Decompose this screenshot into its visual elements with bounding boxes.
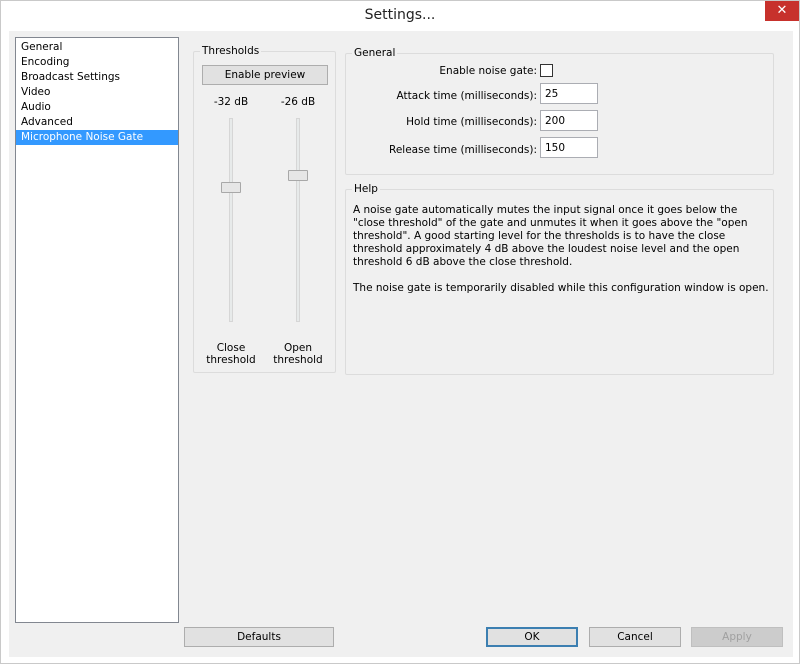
enable-noise-gate-label: Enable noise gate: <box>439 65 537 77</box>
close-icon[interactable]: ✕ <box>765 1 799 21</box>
ok-button[interactable]: OK <box>486 627 578 647</box>
sidebar-item-general[interactable]: General <box>16 40 178 55</box>
sidebar-item-encoding[interactable]: Encoding <box>16 55 178 70</box>
close-threshold-label-line2: threshold <box>206 354 256 366</box>
defaults-button[interactable]: Defaults <box>184 627 334 647</box>
settings-window: Settings... ✕ General Encoding Broadcast… <box>0 0 800 664</box>
close-threshold-slider-track[interactable] <box>229 118 233 322</box>
open-threshold-label-line1: Open <box>283 342 313 354</box>
release-time-label: Release time (milliseconds): <box>389 144 537 156</box>
enable-noise-gate-checkbox[interactable] <box>540 64 553 77</box>
help-group: Help A noise gate automatically mutes th… <box>345 183 774 375</box>
help-group-label: Help <box>352 183 380 196</box>
window-title: Settings... <box>364 7 436 23</box>
attack-time-label: Attack time (milliseconds): <box>396 90 537 102</box>
client-area: General Encoding Broadcast Settings Vide… <box>9 31 793 657</box>
settings-category-list[interactable]: General Encoding Broadcast Settings Vide… <box>15 37 179 623</box>
open-threshold-label: Open threshold <box>270 342 326 366</box>
help-text: A noise gate automatically mutes the inp… <box>353 204 769 308</box>
open-threshold-label-line2: threshold <box>273 354 323 366</box>
close-threshold-value: -32 dB <box>213 96 249 108</box>
general-group-label: General <box>352 47 398 60</box>
help-paragraph-1: A noise gate automatically mutes the inp… <box>353 204 748 268</box>
sidebar-item-video[interactable]: Video <box>16 85 178 100</box>
release-time-field[interactable] <box>540 137 598 158</box>
help-paragraph-2: The noise gate is temporarily disabled w… <box>353 282 769 294</box>
sidebar-item-advanced[interactable]: Advanced <box>16 115 178 130</box>
open-threshold-slider-thumb[interactable] <box>288 170 308 181</box>
hold-time-label: Hold time (milliseconds): <box>406 116 537 128</box>
cancel-button[interactable]: Cancel <box>589 627 681 647</box>
thresholds-group: Thresholds Enable preview -32 dB -26 dB … <box>193 45 336 373</box>
hold-time-field[interactable] <box>540 110 598 131</box>
general-group: General Enable noise gate: Attack time (… <box>345 47 774 175</box>
open-threshold-value: -26 dB <box>280 96 316 108</box>
thresholds-group-label: Thresholds <box>200 45 262 58</box>
close-threshold-slider-thumb[interactable] <box>221 182 241 193</box>
enable-preview-button[interactable]: Enable preview <box>202 65 328 85</box>
close-threshold-label: Close threshold <box>203 342 259 366</box>
sidebar-item-audio[interactable]: Audio <box>16 100 178 115</box>
apply-button[interactable]: Apply <box>691 627 783 647</box>
close-threshold-label-line1: Close <box>216 342 246 354</box>
sidebar-item-microphone-noise-gate[interactable]: Microphone Noise Gate <box>16 130 178 145</box>
attack-time-field[interactable] <box>540 83 598 104</box>
open-threshold-slider-track[interactable] <box>296 118 300 322</box>
sidebar-item-broadcast-settings[interactable]: Broadcast Settings <box>16 70 178 85</box>
title-bar[interactable]: Settings... ✕ <box>1 1 799 31</box>
